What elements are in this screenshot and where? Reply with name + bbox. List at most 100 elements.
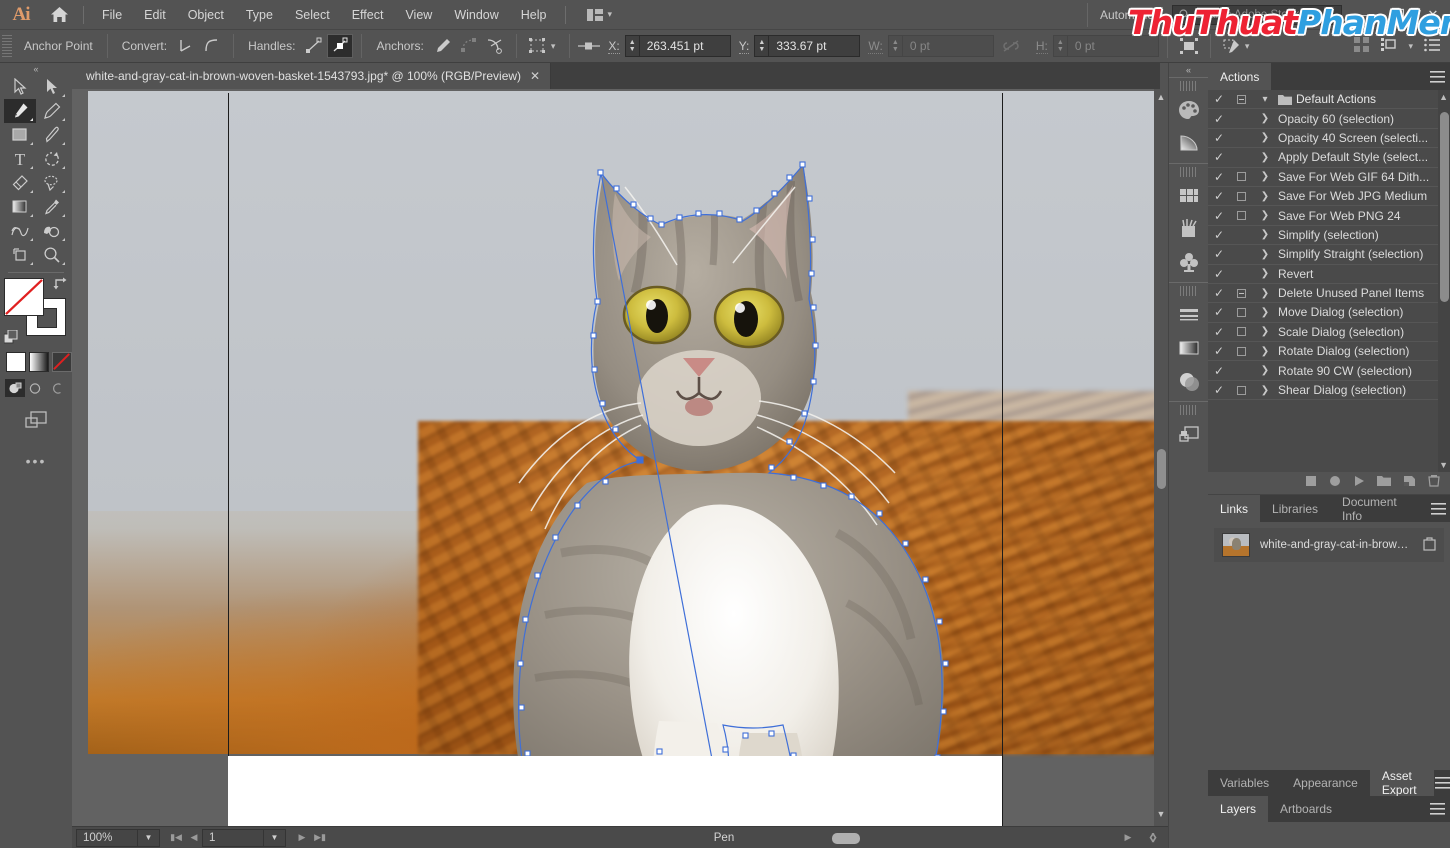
panel-menu-icon[interactable]: [1424, 63, 1450, 90]
draw-behind-button[interactable]: [26, 379, 46, 397]
gradient-tool[interactable]: [4, 195, 36, 219]
zoom-dropdown-button[interactable]: ▼: [138, 828, 160, 847]
chevron-down-icon[interactable]: ▾: [551, 41, 556, 52]
search-input[interactable]: Search Adobe Stock: [1172, 4, 1342, 25]
action-checkbox[interactable]: ✓: [1208, 209, 1230, 223]
convert-to-smooth-button[interactable]: [199, 34, 225, 58]
fill-swatch[interactable]: [4, 278, 44, 316]
new-action-icon[interactable]: [1403, 475, 1416, 490]
show-handles-button[interactable]: [301, 34, 327, 58]
menu-type[interactable]: Type: [235, 4, 284, 26]
y-stepper[interactable]: ▲ ▼: [754, 35, 769, 57]
dock-gripper-2[interactable]: [1179, 167, 1198, 177]
action-row[interactable]: ✓ ❯ Scale Dialog (selection): [1208, 323, 1450, 343]
status-play-icon[interactable]: ▶: [1120, 832, 1136, 843]
direct-selection-tool[interactable]: [36, 75, 68, 99]
color-swatch-button[interactable]: [6, 352, 26, 372]
zoom-tool[interactable]: [36, 243, 68, 267]
next-artboard-button[interactable]: ▶: [294, 832, 310, 843]
symbols-icon[interactable]: [1169, 245, 1208, 278]
action-dialog-box[interactable]: [1230, 385, 1252, 395]
action-row[interactable]: ✓ ❯ Rotate 90 CW (selection): [1208, 361, 1450, 381]
grid-icon[interactable]: [1354, 36, 1370, 56]
hide-handles-button[interactable]: [327, 34, 354, 58]
new-set-icon[interactable]: [1377, 475, 1391, 490]
gradient-swatch-button[interactable]: [29, 352, 49, 372]
artboard-dropdown-button[interactable]: ▼: [264, 828, 286, 847]
status-expand-icon[interactable]: ❯: [1146, 832, 1162, 843]
transform-icon[interactable]: [1176, 34, 1202, 58]
delete-icon[interactable]: [1428, 474, 1440, 490]
action-checkbox[interactable]: ✓: [1208, 131, 1230, 145]
remove-anchor-button[interactable]: [430, 34, 456, 58]
chevron-right-icon[interactable]: ❯: [1252, 288, 1278, 299]
curvature-tool[interactable]: [36, 99, 68, 123]
action-dialog-box[interactable]: [1230, 327, 1252, 337]
more-tools-button[interactable]: •••: [0, 453, 72, 469]
artboard-number-field[interactable]: 1: [202, 828, 264, 847]
scroll-down-icon[interactable]: ▼: [1155, 809, 1167, 823]
action-checkbox[interactable]: ✓: [1208, 170, 1230, 184]
chevron-down-icon[interactable]: ▾: [1252, 94, 1278, 105]
cut-path-button[interactable]: [482, 34, 508, 58]
chevron-right-icon[interactable]: ❯: [1252, 385, 1278, 396]
action-dialog-box[interactable]: [1230, 191, 1252, 201]
close-button[interactable]: ✕: [1416, 0, 1450, 29]
menu-view[interactable]: View: [394, 4, 443, 26]
action-row[interactable]: ✓ ❯ Save For Web JPG Medium: [1208, 187, 1450, 207]
chevron-right-icon[interactable]: ❯: [1252, 229, 1278, 240]
double-chevron-left-icon[interactable]: «: [1169, 63, 1208, 77]
panel-menu-icon-3[interactable]: [1434, 770, 1450, 796]
lasso-tool[interactable]: [36, 171, 68, 195]
none-swatch-button[interactable]: [52, 352, 72, 372]
action-checkbox[interactable]: ✓: [1208, 189, 1230, 203]
canvas-vertical-scrollbar[interactable]: ▲ ▼: [1154, 89, 1168, 826]
action-row[interactable]: ✓ ❯ Move Dialog (selection): [1208, 303, 1450, 323]
chevron-right-icon[interactable]: ❯: [1252, 210, 1278, 221]
action-row[interactable]: ✓ ❯ Simplify (selection): [1208, 226, 1450, 246]
chevron-down-icon-3[interactable]: ▾: [1408, 41, 1413, 52]
rotate-tool[interactable]: [36, 147, 68, 171]
tab-asset-export[interactable]: Asset Export: [1369, 769, 1435, 797]
y-field[interactable]: 333.67 pt: [768, 35, 861, 57]
menu-edit[interactable]: Edit: [133, 4, 177, 26]
actions-scrollbar[interactable]: ▲ ▼: [1438, 90, 1450, 472]
chevron-right-icon[interactable]: ❯: [1252, 268, 1278, 279]
tab-document-info[interactable]: Document Info: [1330, 495, 1426, 523]
action-checkbox[interactable]: ✓: [1208, 344, 1230, 358]
scroll-up-icon[interactable]: ▲: [1155, 92, 1167, 106]
default-fill-stroke-icon[interactable]: [3, 329, 19, 348]
chevron-right-icon[interactable]: ❯: [1252, 307, 1278, 318]
arrange-documents-button[interactable]: ▾: [581, 7, 619, 23]
menu-window[interactable]: Window: [443, 4, 509, 26]
chevron-right-icon[interactable]: ❯: [1252, 171, 1278, 182]
stop-icon[interactable]: [1305, 475, 1317, 490]
dock-gripper-3[interactable]: [1179, 286, 1198, 296]
action-checkbox[interactable]: ✓: [1208, 247, 1230, 261]
prev-artboard-button[interactable]: ◀: [186, 832, 202, 843]
convert-to-corner-button[interactable]: [173, 34, 199, 58]
placed-image[interactable]: [88, 91, 1158, 826]
link-list-item[interactable]: white-and-gray-cat-in-brown-wo...: [1214, 528, 1444, 562]
paintbrush-tool[interactable]: [36, 123, 68, 147]
chevron-right-icon[interactable]: ❯: [1252, 152, 1278, 163]
swap-fill-stroke-icon[interactable]: [52, 276, 68, 293]
isolate-selected-button[interactable]: [525, 34, 551, 58]
action-row[interactable]: ✓ ❯ Shear Dialog (selection): [1208, 381, 1450, 401]
blend-tool[interactable]: [4, 219, 36, 243]
action-row[interactable]: ✓ ❯ Opacity 40 Screen (selecti...: [1208, 129, 1450, 149]
chevron-right-icon[interactable]: ❯: [1252, 132, 1278, 143]
action-dialog-box[interactable]: [1230, 211, 1252, 221]
brushes-icon[interactable]: [1169, 212, 1208, 245]
last-artboard-button[interactable]: ▶▮: [312, 832, 328, 843]
action-checkbox[interactable]: ✓: [1208, 383, 1230, 397]
dock-gripper-4[interactable]: [1179, 405, 1198, 415]
color-palette-icon[interactable]: [1169, 93, 1208, 126]
menu-help[interactable]: Help: [510, 4, 558, 26]
tab-appearance[interactable]: Appearance: [1281, 770, 1370, 796]
chevron-right-icon[interactable]: ❯: [1252, 191, 1278, 202]
current-tool-label[interactable]: Pen: [328, 832, 1120, 844]
screen-mode-button[interactable]: [0, 409, 72, 431]
horizontal-scroll-thumb[interactable]: [832, 833, 860, 844]
panel-menu-icon-4[interactable]: [1424, 796, 1450, 822]
